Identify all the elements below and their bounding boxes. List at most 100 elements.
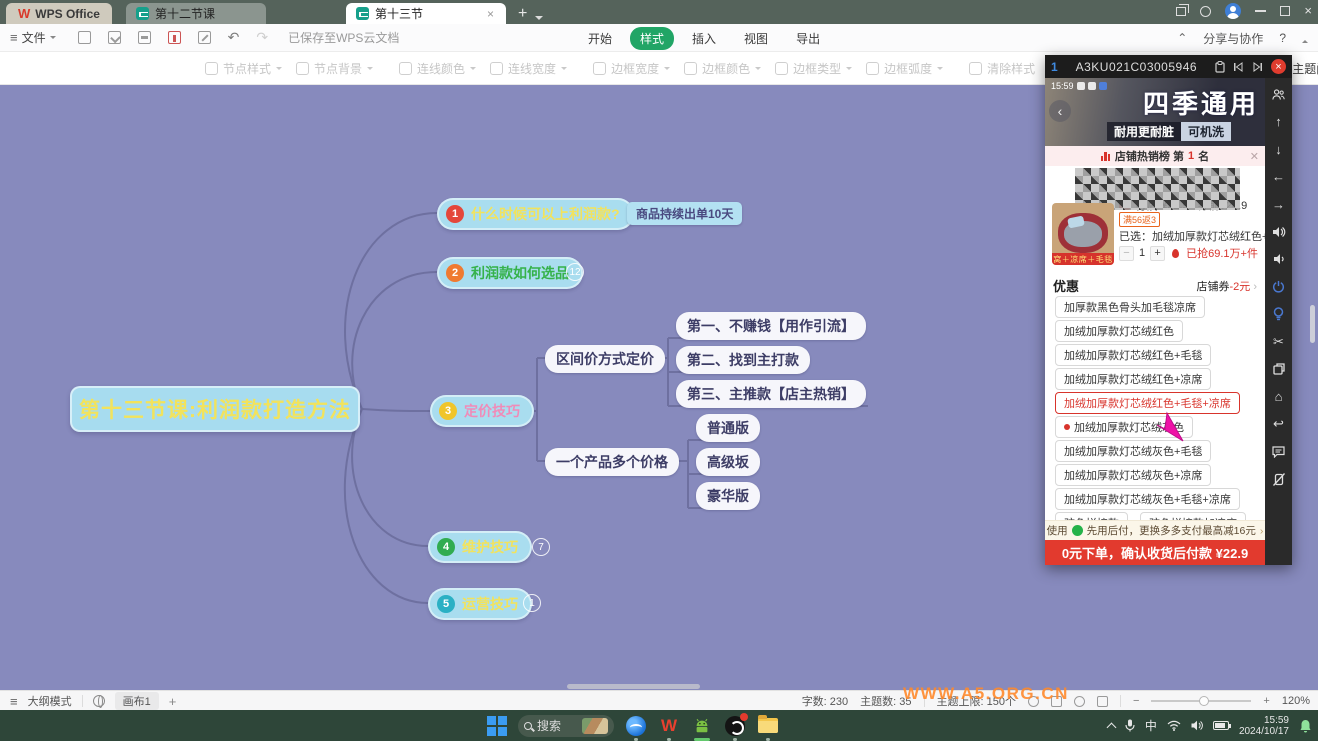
outline-mode-button[interactable]: 大纲模式 xyxy=(28,693,72,709)
phone-close-button[interactable]: × xyxy=(1271,59,1286,74)
locate-center-icon[interactable] xyxy=(1074,696,1085,707)
speaker-icon[interactable] xyxy=(1191,720,1203,731)
wps-office-tab[interactable]: W WPS Office xyxy=(6,3,112,24)
collapsed-count-badge[interactable]: 12 xyxy=(566,263,584,281)
restore-window-icon[interactable] xyxy=(1176,7,1186,16)
mindmap-node-price-item[interactable]: 第二、找到主打款 xyxy=(676,346,810,374)
tab-insert[interactable]: 插入 xyxy=(682,27,726,50)
skip-next-icon[interactable] xyxy=(1252,62,1263,72)
undo-icon[interactable]: ↶ xyxy=(228,29,240,46)
mindmap-node-version[interactable]: 普通版 xyxy=(696,414,760,442)
tab-style[interactable]: 样式 xyxy=(630,27,674,50)
wifi-icon[interactable] xyxy=(1167,720,1181,731)
message-icon[interactable] xyxy=(1265,443,1292,461)
close-button[interactable]: × xyxy=(1304,6,1312,16)
product-thumbnail[interactable]: 窝＋凉席＋毛毯 xyxy=(1052,203,1114,265)
microphone-icon[interactable] xyxy=(1125,719,1135,732)
mindmap-node-version[interactable]: 高级坂 xyxy=(696,448,760,476)
edit-icon[interactable] xyxy=(198,31,211,44)
sku-option[interactable]: 加绒加厚款灯芯绒红色 xyxy=(1055,320,1183,342)
redo-icon[interactable]: ↷ xyxy=(256,29,268,46)
save-icon[interactable] xyxy=(108,31,121,44)
taskbar-app-obs[interactable] xyxy=(724,715,746,737)
doc-tab-lesson13[interactable]: 第十三节 × xyxy=(346,3,506,24)
zoom-slider-knob[interactable] xyxy=(1199,696,1209,706)
rotation-lock-icon[interactable] xyxy=(1265,470,1292,488)
line-color-button[interactable]: 连线颜色 xyxy=(399,60,476,77)
power-icon[interactable] xyxy=(1265,278,1292,296)
group-control-icon[interactable] xyxy=(1265,85,1292,103)
arrow-up-icon[interactable]: ↑ xyxy=(1265,113,1292,131)
back-button[interactable]: ‹ xyxy=(1049,100,1071,122)
sku-option[interactable]: 加绒加厚款灯芯绒灰色+毛毯+凉席 xyxy=(1055,488,1240,510)
shop-rank-banner[interactable]: 店铺热销榜 第 1 名 ✕ xyxy=(1045,146,1265,166)
buy-now-button[interactable]: 0元下单，确认收货后付款 ¥22.9 xyxy=(1045,540,1265,565)
taskbar-app-blue[interactable] xyxy=(625,715,647,737)
border-color-button[interactable]: 边框颜色 xyxy=(684,60,761,77)
collapsed-count-badge[interactable]: 7 xyxy=(532,538,550,556)
arrow-left-icon[interactable]: ← xyxy=(1265,168,1292,186)
multitask-icon[interactable] xyxy=(1265,360,1292,378)
new-tab-button[interactable]: + xyxy=(518,4,527,24)
mindmap-node-child[interactable]: 商品持续出单10天 xyxy=(627,202,742,225)
tab-view[interactable]: 视图 xyxy=(734,27,778,50)
zoom-slider[interactable] xyxy=(1151,700,1251,702)
taskbar-app-android[interactable] xyxy=(691,715,713,737)
quantity-minus-button[interactable]: − xyxy=(1119,246,1134,261)
doc-tab-lesson12[interactable]: 第十二节课 xyxy=(126,3,266,24)
start-button[interactable] xyxy=(487,716,507,736)
print-icon[interactable] xyxy=(138,31,151,44)
mindmap-node-version[interactable]: 豪华版 xyxy=(696,482,760,510)
lightbulb-icon[interactable] xyxy=(1265,305,1292,323)
sku-option[interactable]: 加绒加厚款灯芯绒红色+毛毯 xyxy=(1055,344,1211,366)
hidden-icons-chevron[interactable] xyxy=(1106,722,1116,732)
mindmap-branch-2[interactable]: 2 利润款如何选品 xyxy=(437,257,583,289)
clipboard-icon[interactable] xyxy=(1215,61,1225,73)
tab-list-caret-icon[interactable] xyxy=(535,16,543,24)
arrow-right-icon[interactable]: → xyxy=(1265,195,1292,213)
vertical-scrollbar[interactable] xyxy=(1310,305,1315,343)
sku-option[interactable]: 加绒加厚款灯芯绒灰色+毛毯 xyxy=(1055,440,1211,462)
tab-home[interactable]: 开始 xyxy=(578,27,622,50)
skip-previous-icon[interactable] xyxy=(1233,62,1244,72)
sku-option[interactable]: 加绒加厚款灯芯绒灰色+凉席 xyxy=(1055,464,1211,486)
zoom-in-button[interactable]: + xyxy=(1263,695,1269,707)
tab-close-icon[interactable]: × xyxy=(485,7,496,21)
notification-bell-icon[interactable] xyxy=(1299,719,1312,733)
preview-icon[interactable] xyxy=(78,31,91,44)
maximize-button[interactable] xyxy=(1280,6,1290,16)
border-type-button[interactable]: 边框类型 xyxy=(775,60,852,77)
sku-option-selected[interactable]: 加绒加厚款灯芯绒红色+毛毯+凉席 xyxy=(1055,392,1240,414)
volume-down-icon[interactable] xyxy=(1265,250,1292,268)
taskbar-app-explorer[interactable] xyxy=(757,715,779,737)
mindmap-branch-3[interactable]: 3 定价技巧 xyxy=(430,395,534,427)
pay-later-banner[interactable]: 使用 先用后付，更换多多支付最高减16元 › xyxy=(1045,520,1265,540)
mindmap-center-node[interactable]: 第十三节课:利润款打造方法 xyxy=(70,386,360,432)
ime-indicator[interactable]: 中 xyxy=(1145,717,1157,734)
add-canvas-button[interactable]: + xyxy=(169,694,177,709)
line-width-button[interactable]: 连线宽度 xyxy=(490,60,567,77)
mindmap-node-price-item[interactable]: 第一、不赚钱【用作引流】 xyxy=(676,312,866,340)
battery-icon[interactable] xyxy=(1213,721,1229,730)
home-icon[interactable]: ⌂ xyxy=(1265,388,1292,406)
mindmap-branch-4[interactable]: 4 维护技巧 xyxy=(428,531,532,563)
collapsed-count-badge[interactable]: 1 xyxy=(523,594,541,612)
node-background-button[interactable]: 节点背景 xyxy=(296,60,373,77)
globe-icon[interactable] xyxy=(93,695,105,707)
mindmap-branch-1[interactable]: 1 什么时候可以上利润款? xyxy=(437,198,634,230)
phone-screen[interactable]: 15:59 四季通用 耐用更耐脏 可机洗 ‹ 店铺热销榜 第 1 名 ✕ 窝 xyxy=(1045,78,1265,565)
mindmap-node-multi-group[interactable]: 一个产品多个价格 xyxy=(545,448,679,476)
clear-style-button[interactable]: 清除样式 xyxy=(969,60,1035,77)
tab-export[interactable]: 导出 xyxy=(786,27,830,50)
zoom-out-button[interactable]: − xyxy=(1133,695,1139,707)
close-icon[interactable]: ✕ xyxy=(1250,150,1259,163)
taskbar-search[interactable]: 搜索 xyxy=(518,715,614,737)
back-navigation-icon[interactable]: ↩ xyxy=(1265,415,1292,433)
sku-option[interactable]: 加厚款黑色骨头加毛毯凉席 xyxy=(1055,296,1205,318)
format-painter-icon[interactable] xyxy=(168,31,181,44)
node-style-button[interactable]: 节点样式 xyxy=(205,60,282,77)
scissors-screenshot-icon[interactable]: ✂ xyxy=(1265,333,1292,351)
mindmap-branch-5[interactable]: 5 运营技巧 xyxy=(428,588,532,620)
horizontal-scrollbar[interactable] xyxy=(567,684,700,689)
file-menu[interactable]: ≡ 文件 xyxy=(10,29,56,46)
